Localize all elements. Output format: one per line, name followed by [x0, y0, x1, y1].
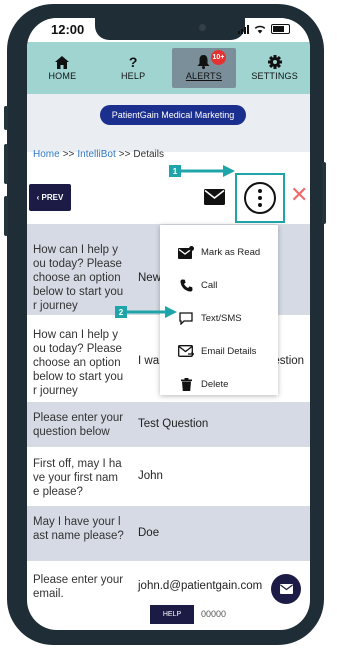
menu-item-label: Delete [201, 378, 229, 390]
nav-alerts-label: ALERTS [185, 71, 222, 81]
mark-read-icon [178, 245, 194, 259]
menu-item-mark-as-read[interactable]: Mark as Read [160, 239, 278, 265]
question-text: First off, may I ha ve your first nam e … [33, 458, 122, 498]
wifi-icon [254, 25, 266, 33]
callout-arrow-2 [127, 306, 177, 318]
callout-badge-1: 1 [169, 165, 181, 177]
status-bar: 12:00 [27, 18, 310, 42]
phone-icon [178, 278, 194, 292]
more-options-highlight [235, 173, 285, 223]
footer-number: 00000 [201, 609, 227, 619]
table-row: May I have your l ast name please? Doe [27, 506, 310, 560]
question-text: How can I help y ou today? Please choose… [33, 329, 124, 397]
notch [95, 18, 245, 40]
dot [258, 196, 262, 200]
menu-item-text-sms[interactable]: Text/SMS [160, 305, 278, 331]
dot [258, 189, 262, 193]
breadcrumb-separator: >> [118, 149, 131, 160]
question-text: Please enter your question below [33, 412, 124, 438]
side-button [4, 106, 8, 130]
footer-help-button[interactable]: HELP [150, 605, 194, 624]
more-options-menu: Mark as Read Call Text/SMS Email Details… [160, 225, 278, 395]
trash-icon [178, 377, 194, 391]
alerts-badge: 10+ [210, 50, 226, 65]
envelope-icon[interactable] [204, 189, 225, 205]
chat-icon [178, 311, 194, 325]
breadcrumb: Home >> IntelliBot >> Details [33, 149, 164, 160]
brand-button[interactable]: PatientGain Medical Marketing [100, 105, 246, 125]
menu-item-label: Email Details [201, 345, 257, 357]
question-text: Please enter your email. [33, 574, 124, 600]
menu-item-email-details[interactable]: Email Details [160, 338, 278, 364]
callout-arrow-1 [181, 165, 235, 177]
question-icon: ? [128, 54, 138, 70]
envelope-icon [279, 584, 293, 594]
battery-icon [271, 24, 290, 34]
table-row: First off, may I ha ve your first nam e … [27, 446, 310, 506]
answer-text: John [138, 470, 163, 482]
menu-item-label: Mark as Read [201, 246, 261, 258]
nav-alerts[interactable]: 10+ ALERTS [171, 48, 236, 88]
answer-text: Doe [138, 527, 160, 539]
nav-settings-label: SETTINGS [251, 71, 298, 81]
system-icons [238, 24, 290, 34]
camera-dot [199, 24, 206, 31]
home-icon [55, 55, 70, 69]
question-text: May I have your l ast name please? [33, 516, 124, 542]
bell-icon [197, 55, 210, 69]
nav-settings[interactable]: SETTINGS [243, 48, 307, 88]
chat-fab-button[interactable] [271, 574, 301, 604]
status-time: 12:00 [51, 22, 85, 37]
answer-text: john.d@patientgain.com [138, 580, 263, 592]
dot [258, 203, 262, 207]
screen: 12:00 HOME ? HELP 10+ ALERTS SETTINGS Pa… [27, 18, 310, 630]
nav-home[interactable]: HOME [30, 48, 94, 88]
answer-text: I wa [138, 355, 160, 367]
menu-item-delete[interactable]: Delete [160, 371, 278, 397]
top-nav: HOME ? HELP 10+ ALERTS SETTINGS [27, 42, 310, 94]
prev-button[interactable]: ‹ PREV [29, 184, 71, 211]
nav-home-label: HOME [48, 71, 77, 81]
menu-item-label: Text/SMS [201, 312, 242, 324]
breadcrumb-current: Details [133, 149, 164, 160]
table-row: Please enter your question below Test Qu… [27, 402, 310, 446]
answer-text: New [138, 272, 162, 284]
answer-text: Test Question [138, 418, 209, 430]
more-options-button[interactable] [244, 182, 276, 214]
close-icon[interactable]: ✕ [290, 184, 308, 206]
breadcrumb-separator: >> [62, 149, 75, 160]
table-row: Please enter your email. john.d@patientg… [27, 560, 310, 600]
breadcrumb-intellibot[interactable]: IntelliBot [77, 149, 115, 160]
callout-badge-2: 2 [115, 306, 127, 318]
volume-down-button [4, 196, 8, 236]
gear-icon [267, 55, 282, 69]
email-icon [178, 344, 194, 358]
breadcrumb-home[interactable]: Home [33, 149, 60, 160]
power-button [322, 162, 326, 224]
nav-help[interactable]: ? HELP [101, 48, 165, 88]
volume-up-button [4, 144, 8, 184]
menu-item-call[interactable]: Call [160, 272, 278, 298]
question-text: How can I help y ou today? Please choose… [33, 244, 124, 312]
signal-icon [238, 24, 249, 34]
nav-help-label: HELP [120, 71, 146, 81]
menu-item-label: Call [201, 279, 218, 291]
